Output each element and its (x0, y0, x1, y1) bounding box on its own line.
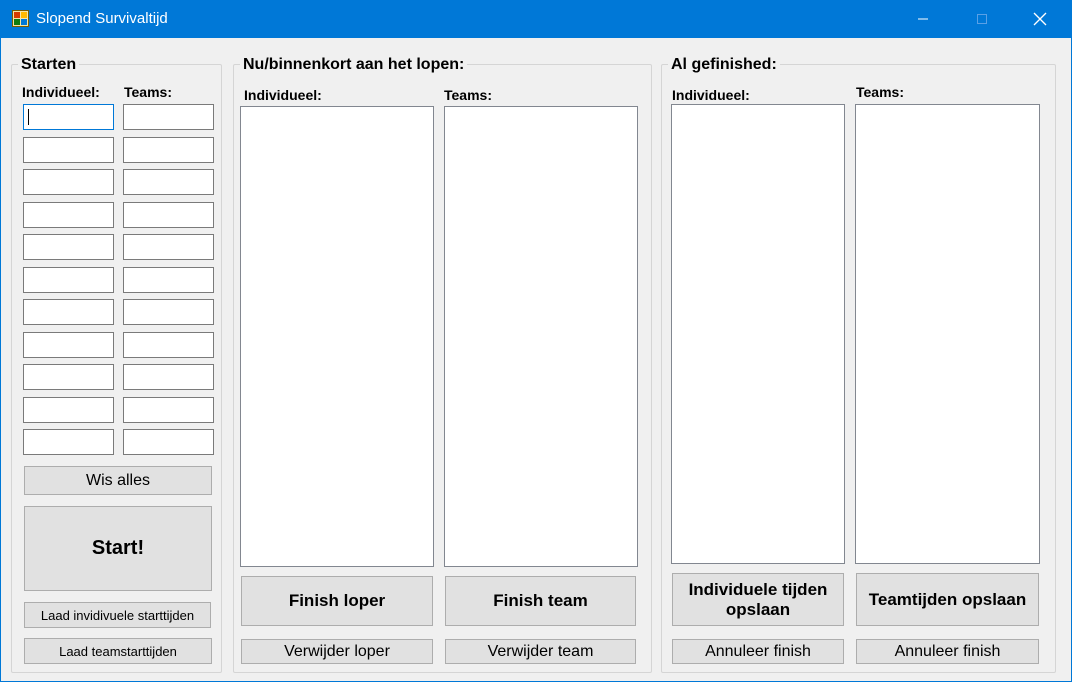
finished-individual-label: Individueel: (672, 87, 750, 103)
window-title: Slopend Survivaltijd (36, 10, 168, 27)
running-individual-listbox[interactable] (240, 106, 434, 567)
load-individual-starttimes-button[interactable]: Laad invidivuele starttijden (24, 602, 211, 628)
individual-start-input[interactable] (23, 429, 114, 455)
finished-teams-label: Teams: (856, 84, 904, 100)
maximize-button[interactable] (959, 0, 1005, 38)
save-team-times-button[interactable]: Teamtijden opslaan (856, 573, 1039, 626)
team-start-input[interactable] (123, 169, 214, 195)
individual-start-input[interactable] (23, 332, 114, 358)
team-start-input[interactable] (123, 267, 214, 293)
team-start-input[interactable] (123, 429, 214, 455)
finished-individual-listbox[interactable] (671, 104, 845, 564)
group-title-running: Nu/binnenkort aan het lopen: (240, 56, 468, 74)
app-icon (12, 10, 29, 27)
individual-start-input[interactable] (23, 299, 114, 325)
load-team-starttimes-button[interactable]: Laad teamstarttijden (24, 638, 212, 664)
team-start-input[interactable] (123, 104, 214, 130)
starten-individual-label: Individueel: (22, 84, 100, 100)
save-individual-times-button[interactable]: Individuele tijden opslaan (672, 573, 844, 626)
individual-start-input[interactable] (23, 169, 114, 195)
individual-start-input[interactable] (23, 397, 114, 423)
close-button[interactable] (1017, 0, 1063, 38)
team-start-input[interactable] (123, 397, 214, 423)
group-title-starten: Starten (18, 56, 80, 74)
individual-start-input[interactable] (23, 104, 114, 130)
team-start-input[interactable] (123, 234, 214, 260)
individual-start-input[interactable] (23, 202, 114, 228)
remove-runner-button[interactable]: Verwijder loper (241, 639, 433, 664)
team-start-input[interactable] (123, 299, 214, 325)
start-button[interactable]: Start! (24, 506, 212, 591)
team-start-input[interactable] (123, 332, 214, 358)
individual-start-input[interactable] (23, 364, 114, 390)
individual-start-input[interactable] (23, 137, 114, 163)
running-teams-label: Teams: (444, 87, 492, 103)
cancel-team-finish-button[interactable]: Annuleer finish (856, 639, 1039, 664)
text-caret (28, 109, 29, 125)
close-icon (1033, 12, 1047, 26)
running-individual-label: Individueel: (244, 87, 322, 103)
minimize-button[interactable] (900, 0, 946, 38)
individual-start-input[interactable] (23, 267, 114, 293)
individual-start-input[interactable] (23, 234, 114, 260)
minimize-icon (918, 18, 928, 20)
finished-teams-listbox[interactable] (855, 104, 1040, 564)
team-start-input[interactable] (123, 202, 214, 228)
running-teams-listbox[interactable] (444, 106, 638, 567)
team-start-input[interactable] (123, 364, 214, 390)
maximize-icon (977, 14, 987, 24)
finish-runner-button[interactable]: Finish loper (241, 576, 433, 626)
finish-team-button[interactable]: Finish team (445, 576, 636, 626)
remove-team-button[interactable]: Verwijder team (445, 639, 636, 664)
group-title-finished: Al gefinished: (668, 56, 780, 74)
title-bar: Slopend Survivaltijd (0, 0, 1072, 38)
cancel-individual-finish-button[interactable]: Annuleer finish (672, 639, 844, 664)
wis-alles-button[interactable]: Wis alles (24, 466, 212, 495)
starten-teams-label: Teams: (124, 84, 172, 100)
team-start-input[interactable] (123, 137, 214, 163)
